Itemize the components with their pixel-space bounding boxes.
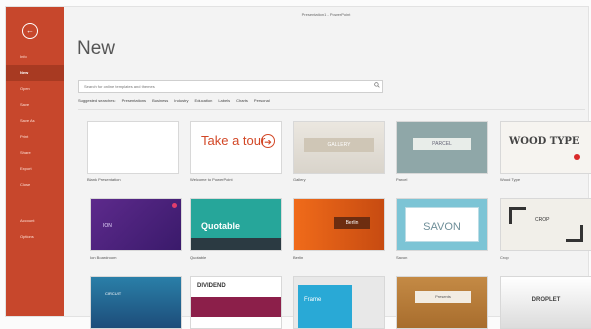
template-band — [191, 297, 281, 317]
template-text: DIVIDEND — [197, 283, 226, 289]
template-text: Quotable — [201, 221, 241, 231]
nav-item-account[interactable]: Account — [6, 213, 64, 229]
pin-icon — [172, 203, 177, 208]
template-label: Parcel — [396, 177, 408, 182]
template-text: PARCEL — [413, 138, 471, 150]
nav-item-options[interactable]: Options — [6, 229, 64, 245]
template-ion-boardroom[interactable]: ION — [90, 198, 182, 251]
back-button[interactable]: ← — [22, 23, 38, 39]
suggested-link[interactable]: Business — [152, 98, 168, 103]
suggested-link[interactable]: Presentations — [122, 98, 146, 103]
search-input[interactable] — [78, 80, 383, 93]
suggested-searches: Suggested searches: Presentations Busine… — [78, 98, 270, 103]
template-savon[interactable]: SAVON — [396, 198, 488, 251]
suggested-link[interactable]: Labels — [218, 98, 230, 103]
template-label: Savon — [396, 255, 408, 260]
template-text: SAVON — [423, 221, 461, 233]
template-take-a-tour[interactable]: Take a tour ➔ — [190, 121, 282, 174]
arrow-right-icon: ➔ — [261, 134, 275, 148]
template-text: WOOD TYPE — [509, 136, 580, 147]
nav-item-print[interactable]: Print — [6, 129, 64, 145]
nav-item-info[interactable]: Info — [6, 49, 64, 65]
template-label: Berlin — [293, 255, 304, 260]
template-text: Presents — [415, 291, 471, 303]
template-circuit[interactable]: CIRCUIT — [90, 276, 182, 329]
accent-dot — [574, 154, 580, 160]
template-band — [191, 238, 281, 250]
template-text: GALLERY — [304, 138, 374, 152]
template-text: Take a tour — [201, 133, 266, 148]
template-text: CROP — [535, 217, 550, 223]
template-berlin[interactable]: Berlin — [293, 198, 385, 251]
nav-item-export[interactable]: Export — [6, 161, 64, 177]
template-panel — [298, 285, 352, 328]
template-label: Crop — [500, 255, 509, 260]
suggested-link[interactable]: Charts — [236, 98, 248, 103]
nav-item-open[interactable]: Open — [6, 81, 64, 97]
template-quotable[interactable]: Quotable — [190, 198, 282, 251]
template-text: Berlin — [334, 217, 370, 229]
template-dividend[interactable]: DIVIDEND — [190, 276, 282, 329]
window-title: Presentation1 - PowerPoint — [301, 12, 351, 17]
suggested-link[interactable]: Personal — [254, 98, 270, 103]
nav-item-new[interactable]: New — [6, 65, 64, 81]
crop-corner-icon — [566, 225, 583, 242]
template-text: DROPLET — [531, 297, 561, 303]
suggested-link[interactable]: Education — [195, 98, 213, 103]
divider — [78, 109, 585, 110]
template-gallery[interactable]: GALLERY — [293, 121, 385, 174]
template-wood-type-2[interactable]: Presents — [396, 276, 488, 329]
crop-corner-icon — [509, 207, 526, 224]
back-arrow-icon: ← — [26, 26, 34, 35]
template-crop[interactable]: CROP — [500, 198, 591, 251]
nav-item-close[interactable]: Close — [6, 177, 64, 193]
template-label: Ion Boardroom — [90, 255, 117, 260]
backstage-sidebar: ← Info New Open Save Save As Print Share… — [6, 7, 64, 316]
suggested-label: Suggested searches: — [78, 98, 116, 103]
template-label: Wood Type — [500, 177, 521, 182]
template-wood-type[interactable]: WOOD TYPE — [500, 121, 591, 174]
template-text: Frame — [304, 297, 322, 303]
template-droplet[interactable]: DROPLET — [500, 276, 591, 329]
template-label: Quotable — [190, 255, 207, 260]
template-label: Gallery — [293, 177, 306, 182]
template-label: Blank Presentation — [87, 177, 121, 182]
page-title: New — [77, 38, 116, 59]
nav-item-share[interactable]: Share — [6, 145, 64, 161]
template-blank-presentation[interactable] — [87, 121, 179, 174]
suggested-link[interactable]: Industry — [174, 98, 188, 103]
template-frame[interactable]: Frame — [293, 276, 385, 329]
template-text: CIRCUIT — [105, 291, 122, 296]
template-card: SAVON — [405, 207, 479, 242]
backstage-nav: Info New Open Save Save As Print Share E… — [6, 49, 64, 245]
template-text: ION — [103, 223, 112, 229]
nav-item-save[interactable]: Save — [6, 97, 64, 113]
search-icon[interactable] — [374, 82, 380, 88]
template-parcel[interactable]: PARCEL — [396, 121, 488, 174]
template-label: Welcome to PowerPoint — [190, 177, 233, 182]
nav-item-save-as[interactable]: Save As — [6, 113, 64, 129]
